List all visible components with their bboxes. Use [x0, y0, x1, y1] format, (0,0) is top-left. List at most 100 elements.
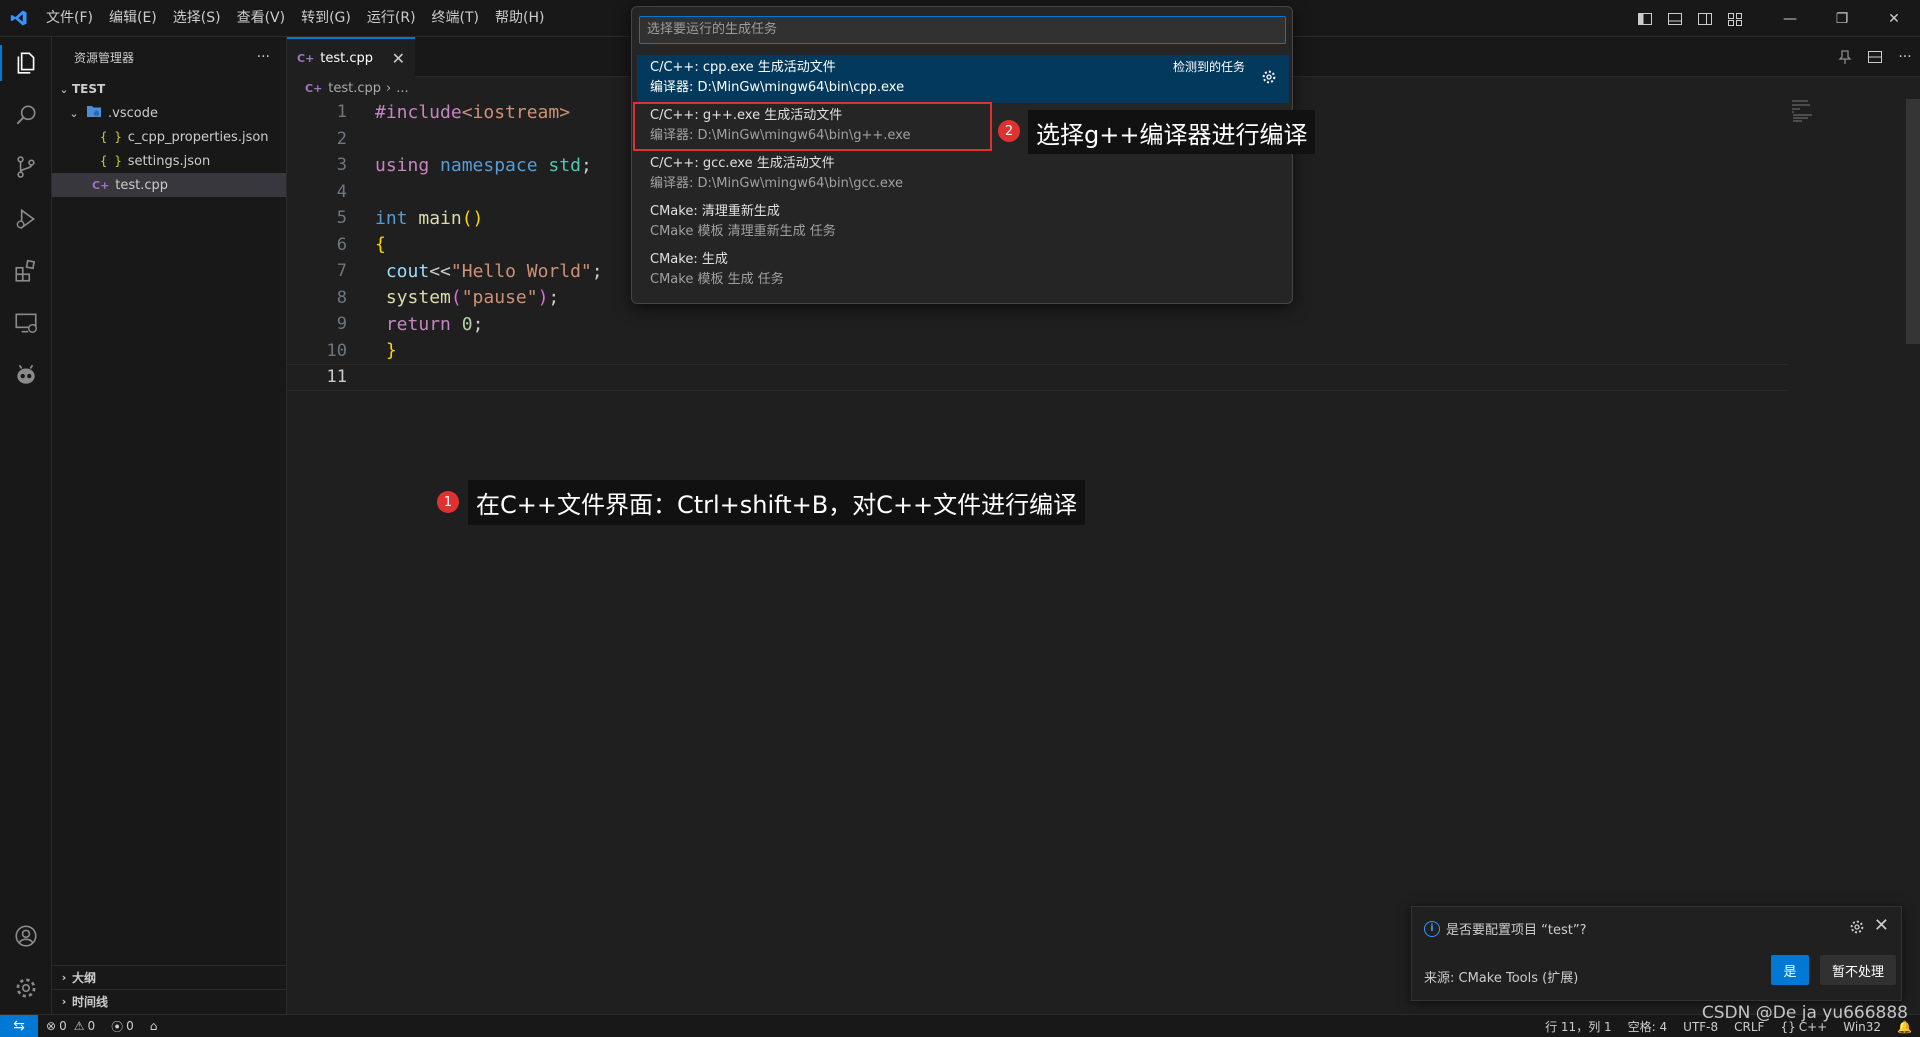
toggle-secondary-sidebar-icon[interactable]: [1690, 0, 1720, 37]
step-2-badge: 2: [998, 120, 1020, 142]
restore-icon[interactable]: ❐: [1816, 0, 1868, 37]
error-icon: ⊗: [46, 1019, 57, 1033]
menu-view[interactable]: 查看(V): [229, 0, 294, 37]
account-icon[interactable]: [0, 910, 52, 962]
step-1-badge: 1: [437, 491, 459, 513]
cmake-notification: i 是否要配置项目 “test”? ✕ 来源: CMake Tools (扩展)…: [1411, 906, 1902, 1001]
token: namespace: [440, 154, 538, 176]
notification-message: i 是否要配置项目 “test”?: [1424, 919, 1586, 938]
not-now-button[interactable]: 暂不处理: [1820, 955, 1896, 985]
quick-pick-item[interactable]: C/C++: cpp.exe 生成活动文件 编译器: D:\MinGw\ming…: [637, 55, 1289, 103]
error-count: 0: [59, 1019, 67, 1033]
notification-source: 来源: CMake Tools (扩展): [1424, 971, 1579, 986]
token: #include: [375, 101, 462, 123]
build-task-quick-pick: 选择要运行的生成任务 C/C++: cpp.exe 生成活动文件 编译器: D:…: [631, 6, 1293, 304]
minimap[interactable]: [1790, 99, 1820, 129]
chevron-down-icon: ⌄: [59, 82, 69, 96]
code-text: }: [375, 340, 397, 361]
quick-pick-separator-label: 检测到的任务: [1172, 60, 1245, 74]
yes-button[interactable]: 是: [1771, 955, 1809, 985]
menu-run[interactable]: 运行(R): [359, 0, 424, 37]
quick-pick-item[interactable]: CMake: 生成 CMake 模板 生成 任务: [637, 247, 1289, 295]
chevron-right-icon: ›: [61, 995, 67, 1008]
tree-label: test.cpp: [115, 177, 169, 193]
file-c-cpp-properties[interactable]: { } c_cpp_properties.json: [52, 125, 286, 149]
explorer-header: 资源管理器 ···: [52, 37, 286, 77]
line-number: 7: [336, 261, 347, 282]
quick-pick-item[interactable]: CMake: 清理重新生成 CMake 模板 清理重新生成 任务: [637, 199, 1289, 247]
extensions-icon[interactable]: [0, 245, 52, 297]
search-icon[interactable]: [0, 89, 52, 141]
code-text: {: [375, 234, 386, 255]
toggle-panel-icon[interactable]: [1660, 0, 1690, 37]
cursor-position[interactable]: 行 11，列 1: [1537, 1018, 1620, 1035]
highlight-box: [633, 102, 992, 151]
remote-indicator-icon[interactable]: ⇆: [0, 1014, 38, 1037]
close-tab-icon[interactable]: ✕: [392, 49, 405, 68]
minimize-icon[interactable]: —: [1764, 0, 1816, 37]
tab-test-cpp[interactable]: C+ test.cpp ✕: [287, 37, 415, 77]
pin-icon[interactable]: [1830, 37, 1860, 77]
quick-pick-item[interactable]: C/C++: gcc.exe 生成活动文件 编译器: D:\MinGw\ming…: [637, 151, 1289, 199]
toggle-primary-sidebar-icon[interactable]: [1630, 0, 1660, 37]
quick-pick-input[interactable]: 选择要运行的生成任务: [639, 16, 1286, 44]
menu-terminal[interactable]: 终端(T): [424, 0, 487, 37]
notification-text: 是否要配置项目 “test”?: [1446, 923, 1587, 938]
configure-task-gear-icon[interactable]: [1261, 69, 1277, 89]
file-settings-json[interactable]: { } settings.json: [52, 149, 286, 173]
breadcrumb-file[interactable]: test.cpp: [328, 81, 381, 96]
problems-status[interactable]: ⊗ 0 ⚠ 0: [38, 1019, 103, 1033]
menu-selection[interactable]: 选择(S): [165, 0, 229, 37]
token: }: [385, 340, 397, 362]
cpp-file-icon: C+: [297, 51, 315, 65]
menu-help[interactable]: 帮助(H): [487, 0, 552, 37]
code-text: int main(): [375, 208, 483, 229]
folder-vscode[interactable]: ⌄ .vscode: [52, 101, 286, 125]
close-window-icon[interactable]: ✕: [1868, 0, 1920, 37]
line-number: 5: [336, 208, 347, 229]
ports-status[interactable]: ⦿ 0: [103, 1018, 142, 1035]
menu-edit[interactable]: 编辑(E): [101, 0, 165, 37]
folder-test[interactable]: ⌄ TEST: [52, 77, 286, 101]
token: ;: [591, 260, 603, 282]
source-control-icon[interactable]: [0, 141, 52, 193]
code-text: using namespace std;: [375, 155, 592, 176]
quick-pick-item-label: CMake: 生成: [650, 252, 728, 267]
notification-settings-gear-icon[interactable]: [1849, 919, 1865, 939]
token: main: [418, 207, 462, 229]
line-number: 9: [336, 314, 347, 335]
token: {: [375, 234, 386, 256]
run-debug-icon[interactable]: [0, 193, 52, 245]
more-actions-icon[interactable]: ···: [1890, 37, 1920, 77]
menu-file[interactable]: 文件(F): [38, 0, 101, 37]
file-test-cpp[interactable]: C+ test.cpp: [52, 173, 286, 197]
vscode-logo-icon: [0, 0, 38, 37]
home-icon[interactable]: ⌂: [142, 1019, 166, 1033]
code-text: system("pause");: [375, 287, 559, 308]
manage-gear-icon[interactable]: [0, 962, 52, 1014]
remote-explorer-icon[interactable]: [0, 297, 52, 349]
token: using: [375, 154, 430, 176]
quick-pick-item-detail: 编译器: D:\MinGw\mingw64\bin\gcc.exe: [650, 176, 903, 191]
more-actions-icon[interactable]: ···: [257, 49, 270, 65]
breadcrumb-symbol[interactable]: ...: [396, 81, 408, 96]
explorer-icon[interactable]: [0, 37, 52, 89]
menu-go[interactable]: 转到(G): [293, 0, 359, 37]
indentation[interactable]: 空格: 4: [1620, 1018, 1676, 1035]
vertical-scrollbar[interactable]: [1906, 99, 1920, 344]
code-text: cout<<"Hello World";: [375, 261, 603, 282]
info-icon: i: [1424, 920, 1440, 937]
split-editor-icon[interactable]: [1860, 37, 1890, 77]
tree-label: settings.json: [127, 153, 211, 169]
notification-close-icon[interactable]: ✕: [1874, 915, 1889, 936]
outline-label: 大纲: [72, 971, 97, 985]
timeline-section[interactable]: › 时间线: [52, 989, 287, 1013]
copilot-icon[interactable]: [0, 349, 52, 401]
outline-section[interactable]: › 大纲: [52, 965, 287, 989]
customize-layout-icon[interactable]: [1720, 0, 1750, 37]
explorer-title: 资源管理器: [74, 50, 135, 65]
token: ;: [472, 313, 484, 335]
editor-actions: ···: [1830, 37, 1920, 77]
tab-label: test.cpp: [320, 50, 374, 66]
chevron-down-icon: ⌄: [69, 106, 79, 120]
